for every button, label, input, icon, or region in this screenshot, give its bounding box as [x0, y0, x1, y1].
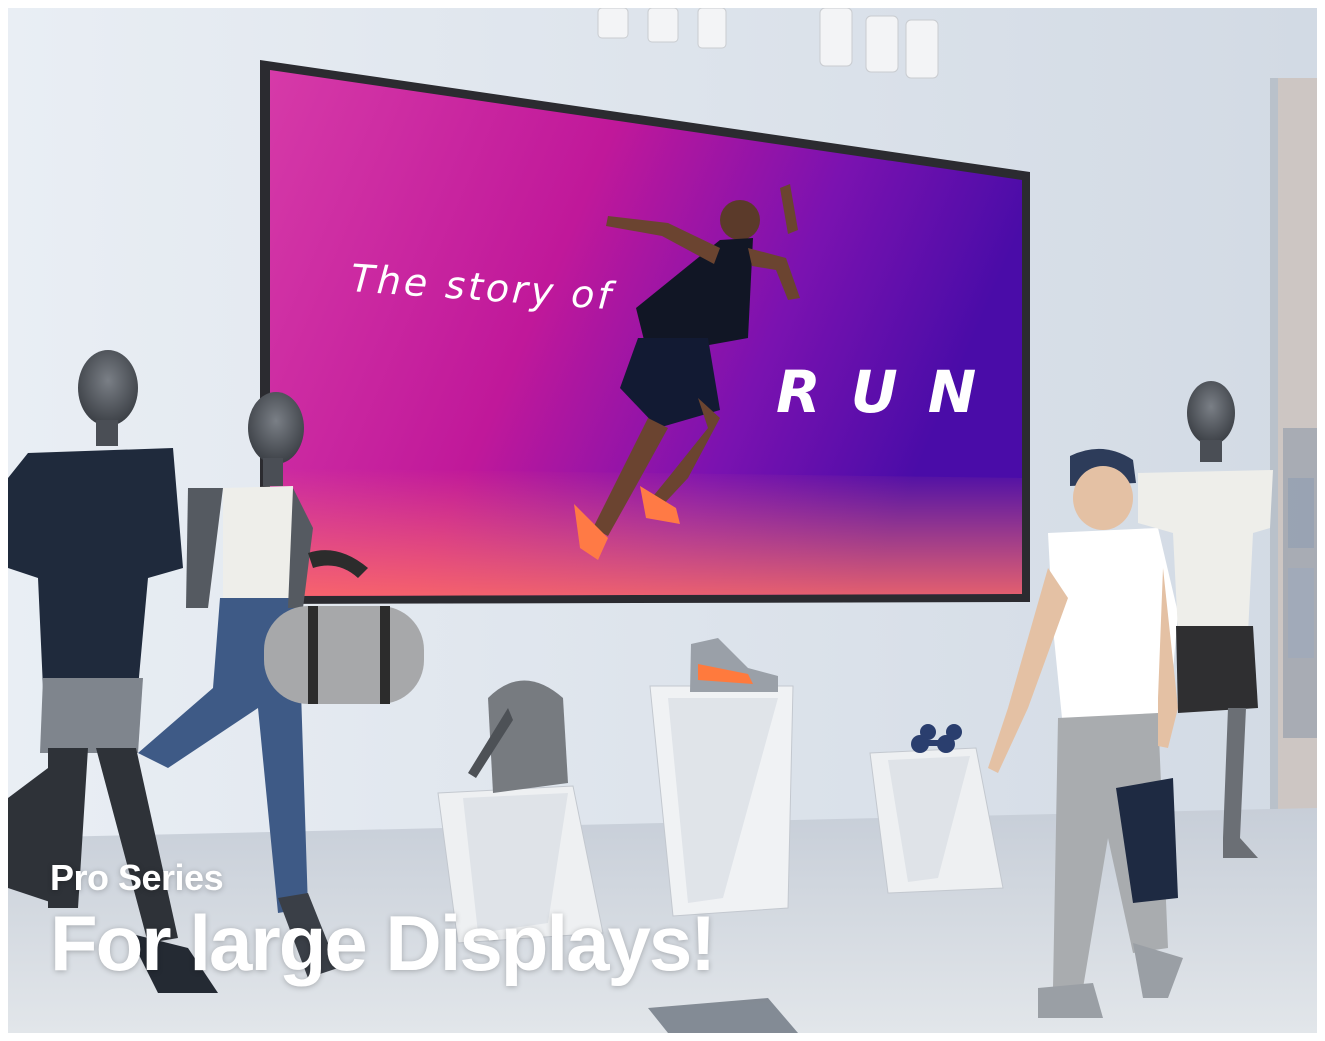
store-shelf: [1283, 428, 1317, 738]
screen-headline-line2: RUN: [776, 358, 1006, 426]
display-floor-glow: [270, 468, 1022, 596]
store-scene: The story of RUN Pro Series For large Di…: [8, 8, 1317, 1033]
door-frame: [1270, 78, 1278, 838]
caption-title: For large Displays!: [50, 899, 716, 987]
promo-caption: Pro Series For large Displays!: [50, 857, 716, 987]
caption-subtitle: Pro Series: [50, 857, 224, 898]
